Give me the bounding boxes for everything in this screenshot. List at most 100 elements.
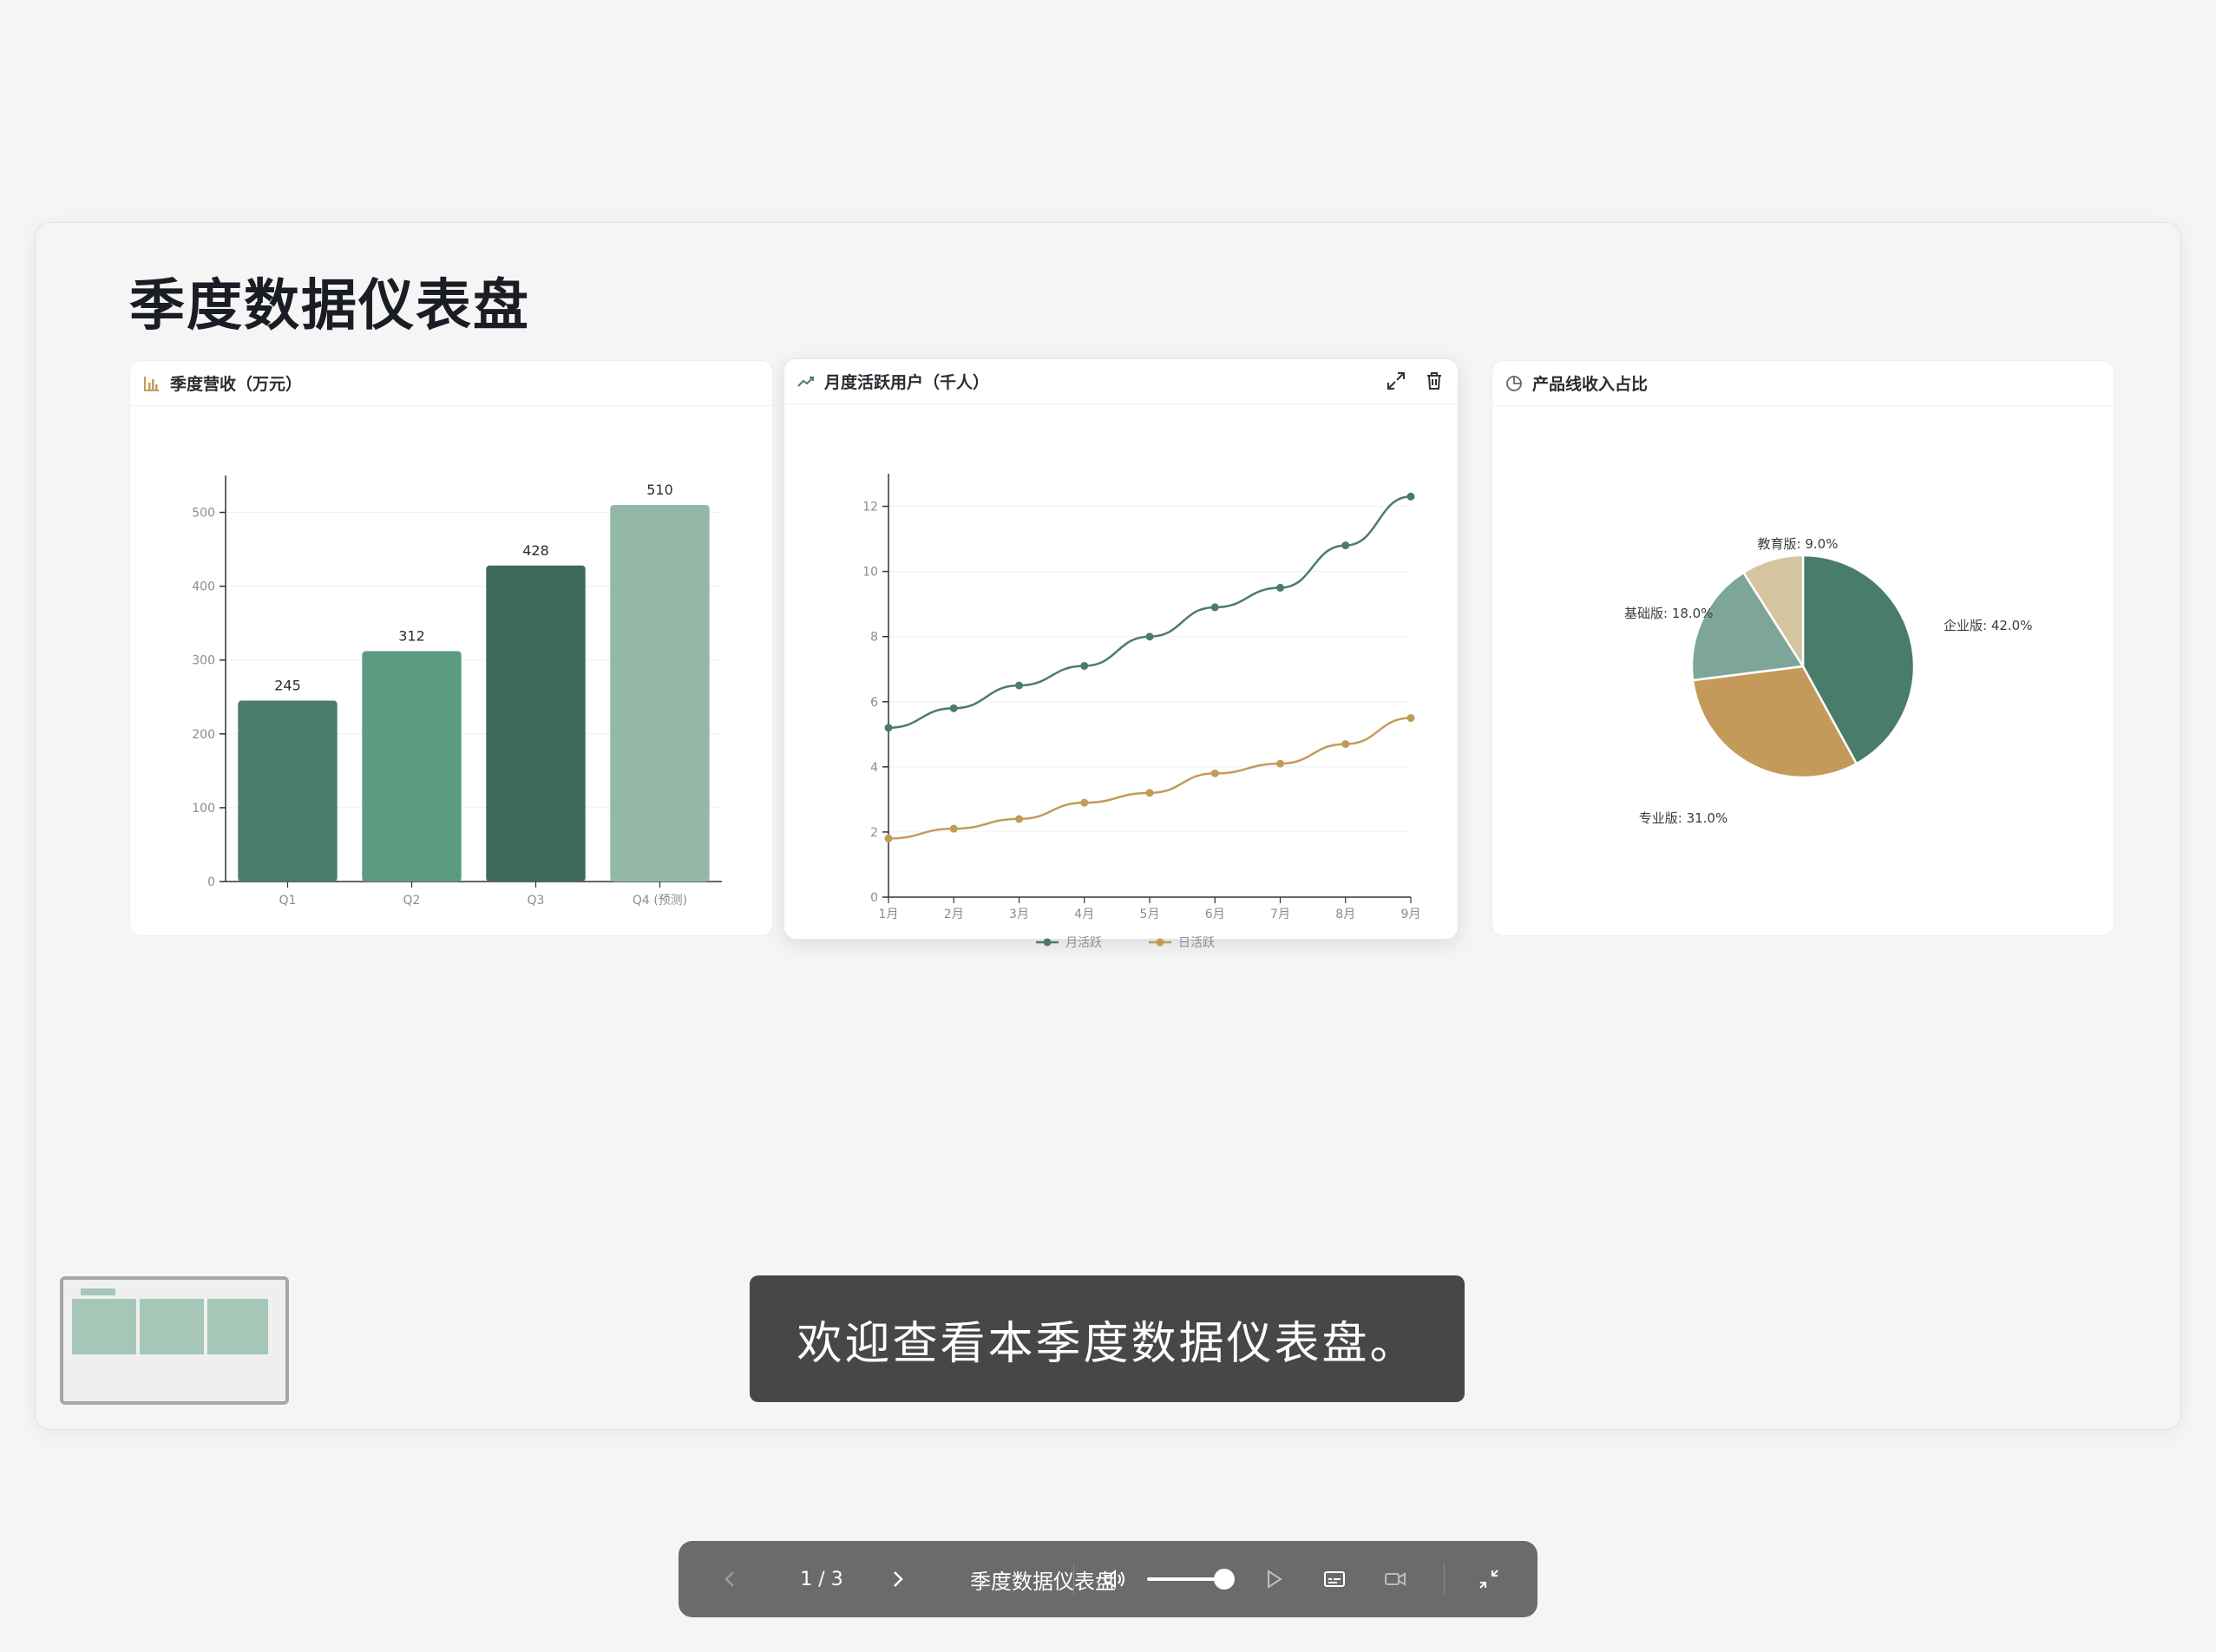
legend-label: 日活跃 [1178, 936, 1215, 950]
next-slide-icon[interactable] [883, 1565, 911, 1593]
card-header: 月度活跃用户（千人） [784, 359, 1458, 404]
bar [486, 565, 586, 882]
pie-slice-label: 教育版: 9.0% [1758, 536, 1839, 552]
y-tick-label: 8 [870, 631, 878, 645]
y-tick-label: 12 [862, 501, 878, 515]
volume-slider-knob[interactable] [1214, 1569, 1235, 1590]
card-title: 月度活跃用户（千人） [824, 373, 990, 392]
data-point [884, 834, 893, 842]
x-tick-label: 9月 [1401, 908, 1421, 921]
y-tick-label: 10 [862, 566, 878, 580]
data-point [884, 724, 893, 732]
y-tick-label: 0 [207, 875, 215, 889]
data-point [1210, 769, 1219, 777]
thumb-card [140, 1299, 204, 1354]
pie-slice-label: 专业版: 31.0% [1639, 810, 1728, 826]
trend-icon [797, 372, 816, 391]
card-share[interactable]: 产品线收入占比 企业版: 42.0% 专业版: 31.0% 基础版: 18.0% 教育… [1492, 360, 2114, 936]
bar-data-label: 428 [522, 542, 549, 559]
captions-icon[interactable] [1321, 1565, 1348, 1593]
thumb-card [207, 1299, 268, 1354]
data-point [1406, 492, 1415, 501]
data-point [1080, 798, 1089, 807]
data-point [1145, 789, 1154, 797]
x-tick-label: Q1 [279, 894, 297, 908]
thumb-title-bar [81, 1288, 115, 1295]
data-point [1015, 681, 1023, 690]
x-tick-label: Q2 [403, 894, 421, 908]
presentation-title: 季度数据仪表盘 [970, 1569, 1116, 1594]
expand-icon[interactable] [1385, 370, 1407, 392]
y-tick-label: 100 [192, 802, 215, 816]
slide-frame: 季度数据仪表盘 季度营收（万元） 0 100 200 300 400 500 245 Q1 31… [35, 222, 2181, 1430]
slide-thumbnail[interactable] [60, 1276, 289, 1405]
data-point [1210, 603, 1219, 612]
y-tick-label: 500 [192, 507, 215, 521]
bar [362, 651, 462, 882]
data-point [1341, 740, 1350, 749]
y-tick-label: 2 [870, 826, 878, 840]
bar-chart-icon [142, 374, 161, 393]
trash-icon[interactable] [1423, 370, 1446, 392]
pie-chart-icon [1505, 374, 1524, 393]
data-point [1276, 759, 1284, 768]
thumb-card [72, 1299, 136, 1354]
data-point [1406, 714, 1415, 723]
y-tick-label: 4 [870, 761, 878, 775]
x-tick-label: 6月 [1205, 908, 1225, 921]
data-point [1341, 541, 1350, 550]
data-point [1276, 583, 1284, 592]
x-tick-label: 8月 [1335, 908, 1355, 921]
data-point [1080, 661, 1089, 670]
x-tick-label: 4月 [1074, 908, 1094, 921]
y-tick-label: 400 [192, 580, 215, 594]
legend-swatch-dot [1156, 938, 1164, 947]
x-tick-label: 1月 [879, 908, 899, 921]
bar-data-label: 245 [274, 678, 301, 694]
x-tick-label: Q3 [528, 894, 545, 908]
legend-label: 月活跃 [1065, 936, 1102, 950]
subtitle-caption: 欢迎查看本季度数据仪表盘。 [750, 1275, 1465, 1402]
y-tick-label: 200 [192, 728, 215, 742]
data-point [949, 824, 958, 833]
presentation-controlbar: 1 / 3 季度数据仪表盘 [679, 1541, 1537, 1617]
bar [610, 505, 710, 882]
bar [238, 700, 338, 882]
x-tick-label: 5月 [1140, 908, 1160, 921]
x-tick-label: Q4 (预测) [633, 894, 687, 908]
line-chart: 0 2 4 6 8 10 12 1月 2月 3月 4月 5月 6月 7月 8月 9月月活跃 日活跃 [862, 474, 1421, 950]
bar-chart: 0 100 200 300 400 500 245 Q1 312 Q2 428 Q3 510 Q4 (预测… [192, 475, 722, 908]
y-tick-label: 6 [870, 696, 878, 710]
exit-fullscreen-icon[interactable] [1475, 1565, 1503, 1593]
page-indicator: 1 / 3 [800, 1568, 843, 1590]
separator [1444, 1564, 1445, 1595]
data-point [949, 704, 958, 712]
pie-chart: 企业版: 42.0% 专业版: 31.0% 基础版: 18.0% 教育版: 9.0% [1624, 536, 2032, 826]
play-icon[interactable] [1260, 1565, 1288, 1593]
legend-swatch-dot [1043, 938, 1052, 947]
y-tick-label: 0 [870, 891, 878, 905]
separator [1073, 1564, 1074, 1595]
prev-slide-icon[interactable] [717, 1565, 744, 1593]
bar-data-label: 510 [646, 482, 673, 498]
card-users[interactable]: 月度活跃用户（千人） 0 2 4 6 8 10 12 1月 2月 3月 4月 5月 6月 7月 8月 9月月活… [783, 358, 1459, 950]
pie-slice-label: 基础版: 18.0% [1624, 606, 1713, 621]
series-line [888, 495, 1412, 730]
pie-slice-label: 企业版: 42.0% [1944, 618, 2032, 633]
bar-data-label: 312 [398, 628, 425, 645]
x-tick-label: 3月 [1009, 908, 1029, 921]
camera-icon[interactable] [1381, 1565, 1409, 1593]
x-tick-label: 2月 [944, 908, 964, 921]
slide-title: 季度数据仪表盘 [129, 274, 530, 338]
card-revenue[interactable]: 季度营收（万元） 0 100 200 300 400 500 245 Q1 312 Q2 428 Q3… [129, 360, 773, 936]
card-title: 产品线收入占比 [1532, 375, 1649, 394]
series-line [888, 717, 1412, 840]
volume-icon[interactable] [1100, 1565, 1128, 1593]
x-tick-label: 7月 [1270, 908, 1290, 921]
data-point [1015, 815, 1023, 823]
y-tick-label: 300 [192, 654, 215, 668]
data-point [1145, 633, 1154, 641]
card-header: 季度营收（万元） [130, 361, 772, 406]
card-header: 产品线收入占比 [1492, 361, 2114, 406]
card-title: 季度营收（万元） [170, 375, 303, 394]
